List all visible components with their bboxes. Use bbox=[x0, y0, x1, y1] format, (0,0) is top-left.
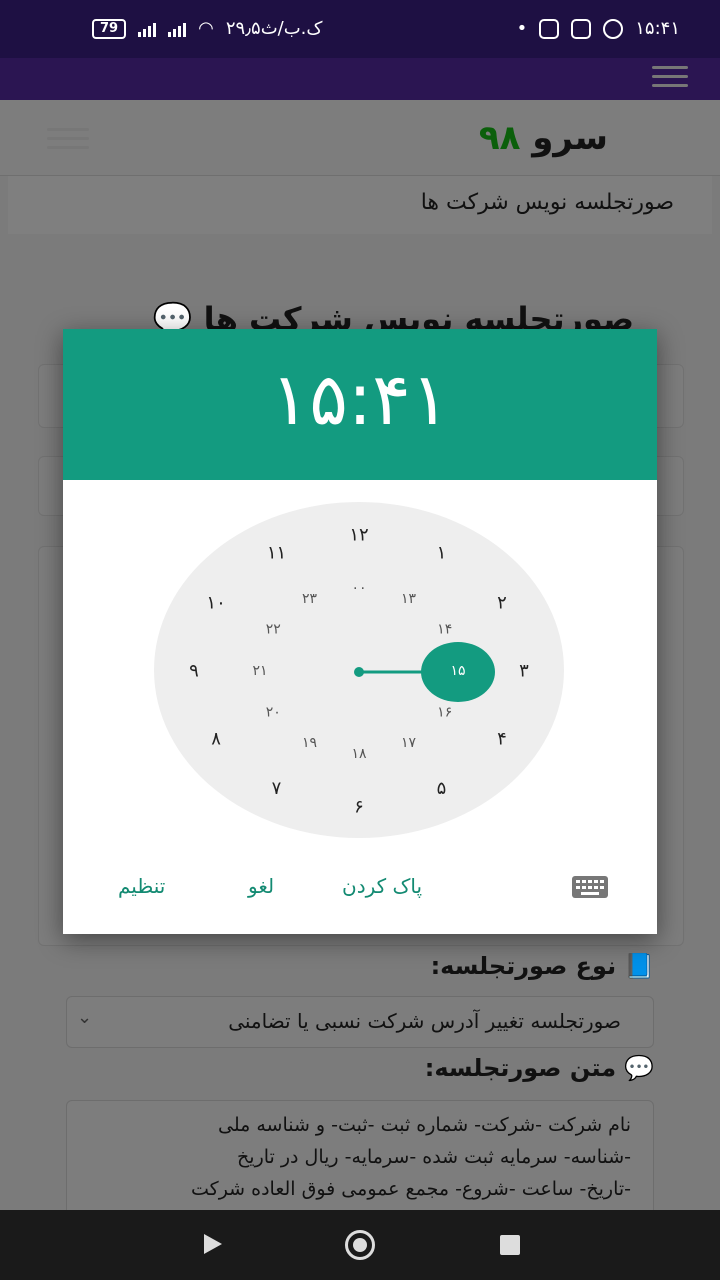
text-label: 💬 متن صورتجلسه: bbox=[424, 1054, 654, 1082]
time-picker-dialog: ۱۵:۴۱ ۱۲ ۱ ۲ ۳ ۴ ۵ ۶ ۷ ۸ ۹ ۱۰ ۱۱ ۰۰ ۱۳ ۱۴ ۱۵ ۱۶ ۱۷ ۱۸ ۱۹ ۲۰… bbox=[63, 329, 657, 934]
hour-outer-8[interactable]: ۸ bbox=[211, 728, 221, 749]
hour-outer-6[interactable]: ۶ bbox=[354, 796, 364, 817]
cancel-button[interactable]: لغو bbox=[248, 874, 274, 898]
type-label: 📘 نوع صورتجلسه: bbox=[430, 952, 654, 980]
chevron-down-icon: ⌄ bbox=[77, 1007, 93, 1028]
site-header: سرو ۹۸ bbox=[0, 100, 720, 176]
chat-bubble-icon: 💬 bbox=[624, 1054, 654, 1082]
hour-inner-10[interactable]: ۲۲ bbox=[266, 621, 281, 637]
hamburger-menu-icon[interactable] bbox=[47, 128, 89, 155]
whatsapp-icon bbox=[603, 18, 624, 39]
signal-icon bbox=[138, 21, 157, 37]
dot-icon: • bbox=[516, 18, 528, 39]
hour-outer-9[interactable]: ۹ bbox=[189, 660, 199, 681]
dialog-actions: تنظیم لغو پاک کردن bbox=[63, 864, 657, 914]
home-icon[interactable] bbox=[345, 1230, 375, 1260]
recents-icon[interactable] bbox=[500, 1235, 520, 1255]
hour-inner-6[interactable]: ۱۸ bbox=[351, 746, 367, 762]
status-right: • ۱۵:۴۱ bbox=[517, 18, 680, 39]
hour-inner-11[interactable]: ۲۳ bbox=[302, 591, 318, 607]
clock-face[interactable]: ۱۲۱۲۳۴۵۶۷۸۹۱۰۱۱ ۰۰۱۳۱۴۱۵۱۶۱۷۱۸۱۹۲۰۲۱۲۲۲۳ bbox=[63, 480, 657, 864]
hour-inner-7[interactable]: ۱۹ bbox=[302, 735, 317, 751]
clock-center bbox=[354, 667, 364, 677]
battery-icon: 79 bbox=[92, 18, 127, 39]
hour-inner-2[interactable]: ۱۴ bbox=[437, 621, 452, 637]
type-select[interactable]: صورتجلسه تغییر آدرس شرکت نسبی یا تضامنی … bbox=[66, 996, 654, 1048]
time-picker-header: ۱۵:۴۱ bbox=[63, 329, 657, 480]
clear-button[interactable]: پاک کردن bbox=[342, 874, 422, 898]
signal-icon-2 bbox=[168, 21, 187, 37]
hour-outer-0[interactable]: ۱۲ bbox=[349, 524, 368, 545]
hour-outer-10[interactable]: ۱۰ bbox=[206, 592, 225, 613]
hour-inner-1[interactable]: ۱۳ bbox=[401, 591, 417, 607]
set-button[interactable]: تنظیم bbox=[118, 874, 165, 898]
hour-outer-1[interactable]: ۱ bbox=[437, 543, 447, 564]
hour-inner-3[interactable]: ۱۵ bbox=[450, 663, 465, 679]
text-line: نام شرکت -شرکت- شماره ثبت -ثبت- و شناسه … bbox=[218, 1114, 631, 1136]
hour-outer-5[interactable]: ۵ bbox=[437, 778, 447, 799]
browser-bar bbox=[0, 58, 720, 100]
site-logo[interactable]: سرو ۹۸ bbox=[479, 118, 608, 158]
hour-outer-4[interactable]: ۴ bbox=[497, 728, 507, 749]
status-time: ۱۵:۴۱ bbox=[635, 18, 680, 39]
hour-inner-0[interactable]: ۰۰ bbox=[351, 580, 366, 596]
hour-inner-8[interactable]: ۲۰ bbox=[266, 704, 281, 720]
brand-name: سرو bbox=[532, 118, 608, 158]
back-icon[interactable] bbox=[204, 1234, 222, 1254]
hour-outer-3[interactable]: ۳ bbox=[519, 660, 529, 681]
minutes-textarea[interactable]: نام شرکت -شرکت- شماره ثبت -ثبت- و شناسه … bbox=[66, 1100, 654, 1210]
hour-outer-11[interactable]: ۱۱ bbox=[267, 543, 286, 564]
wifi-icon: ◠ bbox=[198, 18, 214, 39]
hour-inner-4[interactable]: ۱۶ bbox=[437, 704, 452, 720]
brand-number: ۹۸ bbox=[478, 118, 521, 158]
hour-inner-9[interactable]: ۲۱ bbox=[252, 663, 267, 679]
hour-inner-5[interactable]: ۱۷ bbox=[401, 735, 417, 751]
book-icon: 📘 bbox=[624, 952, 654, 980]
subtitle-bar: صورتجلسه نویس شرکت ها bbox=[8, 176, 712, 234]
status-left: 79 ◠ ۲۹٫۵ک.ب/ث bbox=[92, 18, 322, 39]
keyboard-icon[interactable] bbox=[572, 876, 608, 898]
text-line: -شناسه- سرمایه ثبت شده -سرمایه- ریال در … bbox=[237, 1146, 631, 1168]
hour-outer-7[interactable]: ۷ bbox=[272, 778, 282, 799]
subtitle: صورتجلسه نویس شرکت ها bbox=[420, 190, 674, 215]
hour-outer-2[interactable]: ۲ bbox=[497, 592, 507, 613]
app-notification-icon bbox=[539, 18, 560, 39]
text-line: -تاریخ- ساعت -شروع- مجمع عمومی فوق العاد… bbox=[191, 1178, 631, 1200]
menu-icon[interactable] bbox=[652, 66, 688, 90]
instagram-icon bbox=[571, 18, 592, 39]
status-bar: 79 ◠ ۲۹٫۵ک.ب/ث • ۱۵:۴۱ bbox=[0, 0, 720, 58]
type-select-value: صورتجلسه تغییر آدرس شرکت نسبی یا تضامنی bbox=[228, 1009, 621, 1033]
network-speed: ۲۹٫۵ک.ب/ث bbox=[225, 18, 323, 39]
selected-time[interactable]: ۱۵:۴۱ bbox=[63, 357, 657, 441]
system-nav-bar bbox=[0, 1210, 720, 1280]
